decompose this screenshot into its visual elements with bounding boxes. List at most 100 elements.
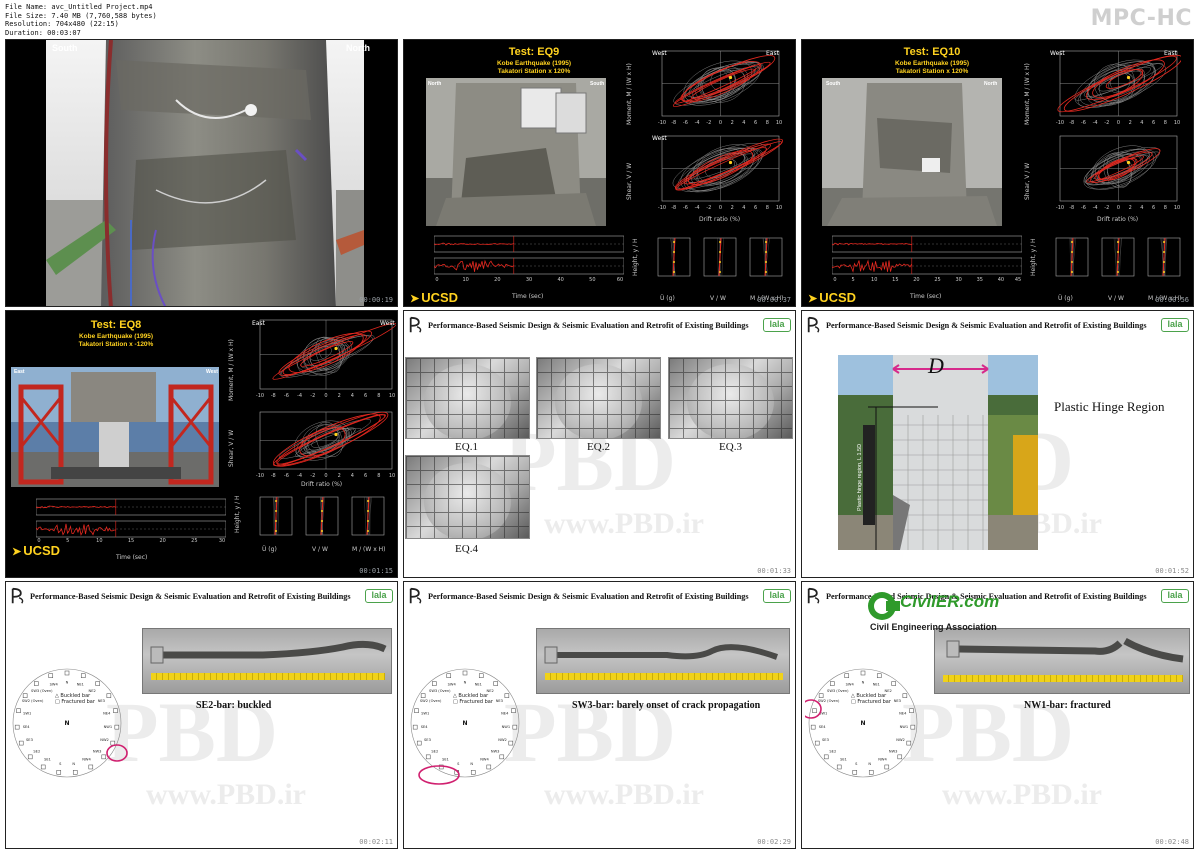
- tick-label: 30: [526, 277, 532, 282]
- thumbnail-8[interactable]: PBD www.PBD.ir Performance-Based Seismic…: [403, 581, 796, 849]
- profile-point: [673, 271, 675, 273]
- eq4-photo: [405, 455, 530, 539]
- tick-label: -10: [1056, 205, 1064, 211]
- height-label: Height, y / H: [234, 495, 241, 533]
- bar-label: SE1: [44, 758, 51, 762]
- watermark-bottom: www.PBD.ir: [146, 778, 306, 811]
- thumbnail-1[interactable]: South North 00:00:19: [5, 39, 398, 307]
- bar-label: N: [464, 681, 467, 685]
- east-label: East: [766, 50, 779, 57]
- thumbnail-9[interactable]: PBD www.PBD.ir Performance-Based Seismic…: [801, 581, 1194, 849]
- current-point: [1126, 160, 1131, 165]
- bar-layout-diagram: NNE1NE2NE3NE4NW1NW2NW3NW4NSSE1SE2SE3SE4S…: [805, 668, 918, 778]
- test-subtitle-2: Takatori Station x 120%: [895, 68, 969, 75]
- profile-point: [765, 251, 767, 253]
- xlabel-time: Time (sec): [116, 554, 148, 561]
- tick-label: 2: [1129, 120, 1132, 126]
- diameter-label: D: [928, 353, 944, 378]
- bar-marker: [511, 708, 516, 713]
- bar-marker: [876, 673, 882, 678]
- tick-label: -4: [695, 120, 700, 126]
- bar-marker: [416, 740, 422, 746]
- bar-label: NW1: [900, 725, 909, 729]
- tick-label: -10: [658, 120, 666, 126]
- ucsd-logo: ➤ UCSD: [808, 290, 857, 305]
- bar-marker: [844, 673, 850, 678]
- eq3-caption: EQ.3: [719, 441, 742, 453]
- profile-point: [1117, 251, 1119, 253]
- bar-label: SE2: [33, 749, 40, 753]
- label-north: North: [346, 43, 370, 53]
- bar-marker: [88, 764, 94, 770]
- ylabel-moment: Moment, M / (W x H): [1024, 63, 1031, 125]
- tick-label: 2: [731, 120, 734, 126]
- thumbnail-6[interactable]: PBD www.PBD.ir Performance-Based Seismic…: [801, 310, 1194, 578]
- bar-label: NW3: [93, 749, 102, 753]
- bar-caption: NW1-bar: fractured: [1024, 700, 1111, 711]
- bar-label: SE4: [819, 725, 827, 729]
- bar-layout-diagram: NNE1NE2NE3NE4NW1NW2NW3NW4NSSE1SE2SE3SE4S…: [410, 668, 520, 785]
- profile-point: [321, 530, 323, 532]
- hinge-length-label: Plastic hinge region, L 1.5D: [857, 444, 863, 511]
- height-label: Height, y / H: [632, 238, 639, 276]
- test-rig-photo: [11, 367, 219, 487]
- thumbnail-3[interactable]: Test: EQ10 Kobe Earthquake (1995) Takato…: [801, 39, 1194, 307]
- tick-label: -8: [271, 393, 276, 399]
- bar-label: NW1: [502, 725, 511, 729]
- tick-label: 60: [617, 277, 623, 282]
- bar-marker: [470, 770, 476, 775]
- bar-caption: SW3-bar: barely onset of crack propagati…: [572, 700, 761, 711]
- shear-drift-plot: -10 -8 -6 -4 -2 0 2 4 6 8 10: [256, 411, 395, 479]
- ylabel-shear: Shear, V / W: [1024, 162, 1031, 200]
- tick-label: -10: [1056, 120, 1064, 126]
- profile-point: [367, 500, 369, 502]
- file-name: File Name: avc_Untitled Project.mp4: [5, 3, 153, 11]
- test-title: Test: EQ8: [90, 319, 142, 331]
- test-subtitle-2: Takatori Station x -120%: [78, 341, 154, 348]
- profile-point: [275, 510, 277, 512]
- label-west: West: [206, 369, 218, 375]
- profile-point: [1163, 261, 1165, 263]
- north-arrow: N: [860, 720, 865, 727]
- bar-label: SE3: [424, 738, 431, 742]
- thumbnail-2[interactable]: Test: EQ9 Kobe Earthquake (1995) Takator…: [403, 39, 796, 307]
- profile-point: [1117, 271, 1119, 273]
- thumbnail-4[interactable]: Test: EQ8 Kobe Earthquake (1995) Takator…: [5, 310, 398, 578]
- bar-marker: [818, 693, 824, 698]
- acceleration-traces: 0 5 10 15 20 25 30 35 40 45: [832, 235, 1022, 282]
- civiler-subtitle: Civil Engineering Association: [870, 622, 997, 632]
- xlabel-drift: Drift ratio (%): [301, 481, 343, 488]
- bar-label: SE2: [829, 749, 836, 753]
- test-title: Test: EQ9: [508, 46, 560, 58]
- profile-point: [275, 520, 277, 522]
- profile-point: [367, 530, 369, 532]
- tick-label: 4: [351, 393, 354, 399]
- thumbnail-5[interactable]: PBD www.PBD.ir Performance-Based Seismic…: [403, 310, 796, 578]
- bar-marker: [909, 708, 914, 713]
- profile-point: [1071, 251, 1073, 253]
- profile-point: [321, 510, 323, 512]
- file-resolution: Resolution: 704x480 (22:15): [5, 20, 119, 28]
- thumbnail-7[interactable]: PBD www.PBD.ir Performance-Based Seismic…: [5, 581, 398, 849]
- mw-label: M / (W x H): [352, 546, 386, 553]
- ug-label: Ü (g): [1058, 295, 1073, 302]
- ucsd-icon: ➤: [808, 293, 818, 305]
- pbd-logo-icon: [409, 587, 422, 604]
- label-south: South: [590, 81, 605, 87]
- tick-label: 0: [1117, 205, 1120, 211]
- bar-marker: [113, 708, 118, 713]
- tick-label: -6: [683, 205, 688, 211]
- bar-marker: [56, 770, 62, 775]
- tick-label: 15: [892, 277, 898, 282]
- ug-label: Ü (g): [262, 546, 277, 553]
- profile-point: [673, 251, 675, 253]
- tick-label: 8: [1164, 205, 1167, 211]
- tick-label: 20: [913, 277, 919, 282]
- bar-label: SW2 (Oven): [22, 699, 44, 703]
- tick-label: 2: [338, 393, 341, 399]
- bar-marker: [106, 693, 112, 698]
- hinge-length-text: Plastic hinge region, L: [857, 457, 863, 511]
- bar-label: NW1: [104, 725, 113, 729]
- tick-label: -6: [683, 120, 688, 126]
- bar-label: SE4: [23, 725, 31, 729]
